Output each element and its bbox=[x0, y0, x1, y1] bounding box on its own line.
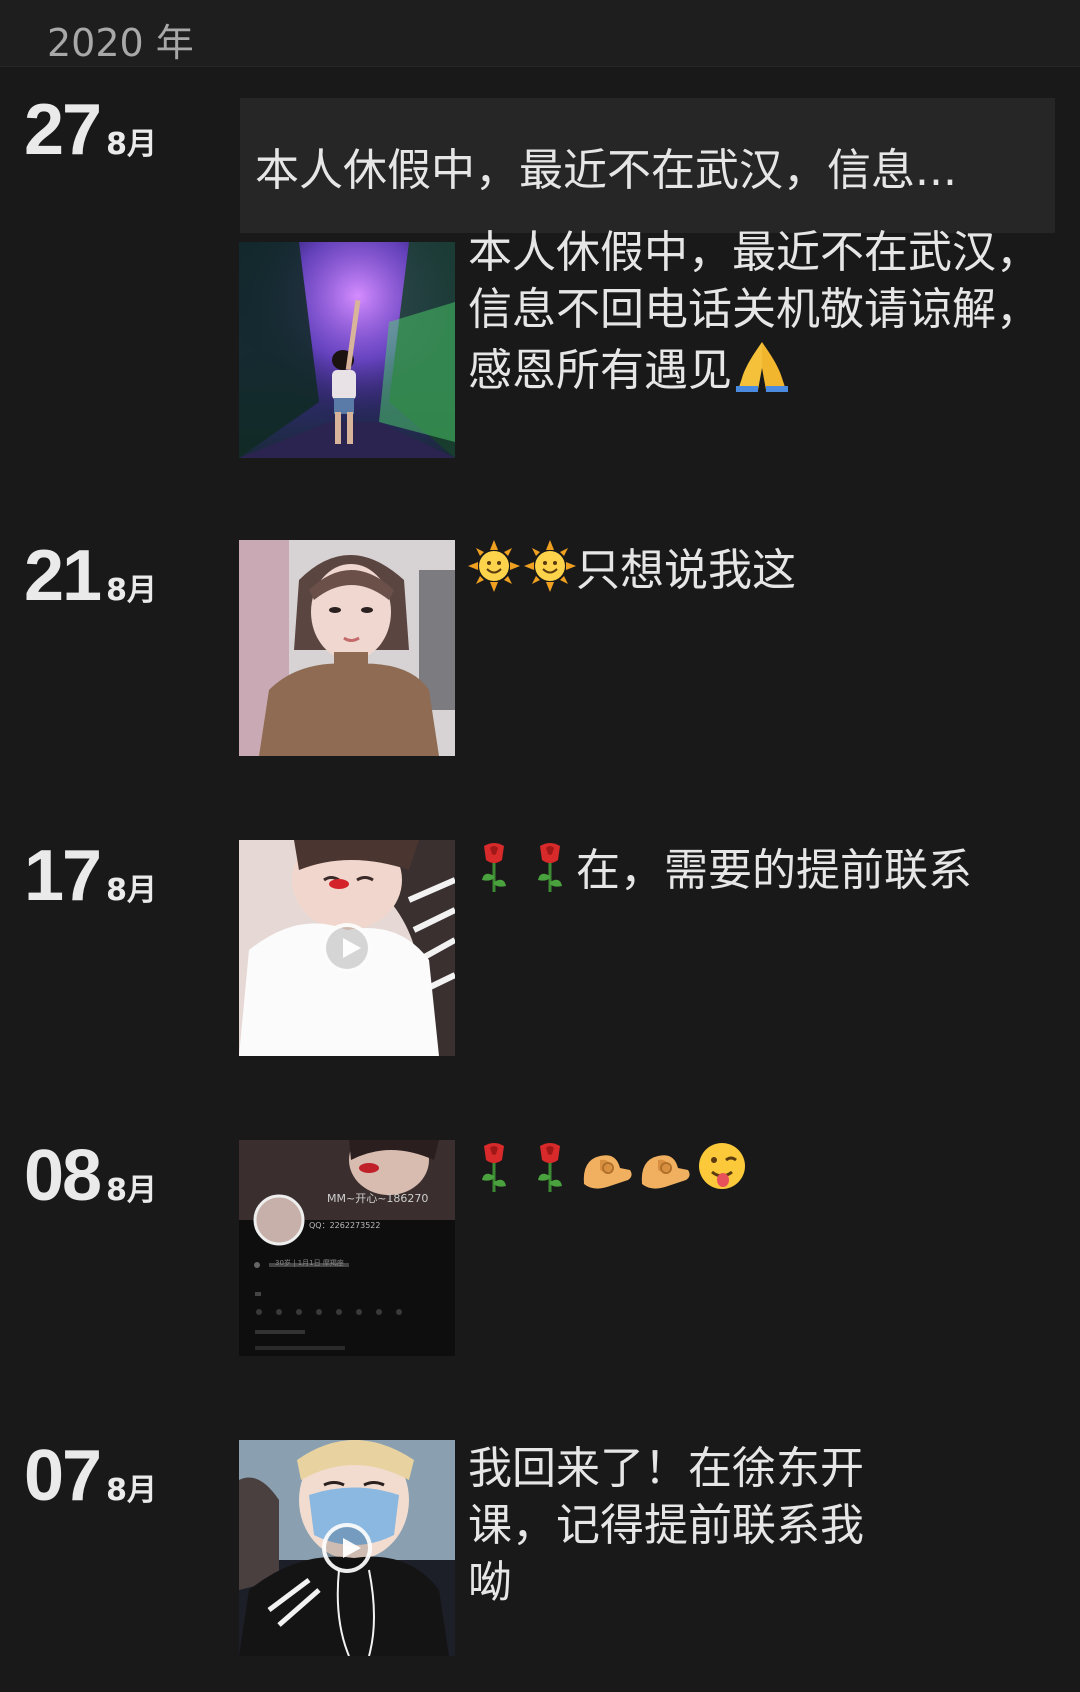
wink-tongue-emoji-icon bbox=[696, 1140, 748, 1206]
shared-link-text: 本人休假中，最近不在武汉，信息... bbox=[255, 144, 957, 196]
shared-link-card[interactable]: 本人休假中，最近不在武汉，信息... bbox=[240, 98, 1055, 233]
caption-text: 我回来了！在徐东开课，记得提前联系我呦 bbox=[468, 1443, 864, 1608]
entry-date: 07 8月 bbox=[24, 1440, 157, 1512]
post-caption bbox=[468, 1140, 1048, 1206]
play-icon[interactable] bbox=[322, 1523, 372, 1573]
entry-month: 8月 bbox=[106, 127, 157, 162]
rose-emoji-icon bbox=[468, 1140, 520, 1206]
year-label: 2020 年 bbox=[47, 21, 194, 65]
sun-emoji-icon bbox=[524, 540, 576, 606]
post-thumbnail[interactable]: MM~开心~186270 QQ：2262273522 30岁 | 1月1日 摩羯… bbox=[239, 1140, 455, 1356]
entry-day: 27 bbox=[24, 90, 102, 170]
post-caption: 我回来了！在徐东开课，记得提前联系我呦 bbox=[468, 1440, 868, 1611]
post-caption: 在，需要的提前联系 bbox=[468, 840, 1048, 906]
entry-date: 21 8月 bbox=[24, 540, 157, 612]
video-thumbnail[interactable] bbox=[239, 1440, 455, 1656]
year-header: 2020 年 bbox=[0, 0, 1080, 67]
entry-day: 21 bbox=[24, 536, 102, 616]
entry-month: 8月 bbox=[106, 873, 157, 908]
flex-arm-emoji-icon bbox=[638, 1140, 692, 1206]
thumb-nickname: MM~开心~186270 bbox=[327, 1192, 429, 1205]
flex-arm-emoji-icon bbox=[580, 1140, 634, 1206]
post-caption: 本人休假中，最近不在武汉，信息不回电话关机敬请谅解，感恩所有遇见 bbox=[468, 224, 1048, 408]
post-thumbnail[interactable] bbox=[239, 242, 455, 458]
entry-month: 8月 bbox=[106, 1173, 157, 1208]
thumb-info: 30岁 | 1月1日 摩羯座 bbox=[275, 1259, 344, 1267]
rose-emoji-icon bbox=[468, 840, 520, 906]
video-thumbnail[interactable] bbox=[239, 840, 455, 1056]
entry-date: 27 8月 bbox=[24, 94, 157, 166]
post-thumbnail[interactable] bbox=[239, 540, 455, 756]
caption-text: 只想说我这 bbox=[576, 545, 796, 596]
play-icon[interactable] bbox=[322, 923, 372, 973]
rose-emoji-icon bbox=[524, 840, 576, 906]
profile-screenshot-photo bbox=[239, 1140, 455, 1356]
pray-emoji-icon bbox=[732, 338, 792, 408]
entry-day: 08 bbox=[24, 1136, 102, 1216]
caption-text: 在，需要的提前联系 bbox=[576, 845, 972, 896]
sun-emoji-icon bbox=[468, 540, 520, 606]
entry-day: 07 bbox=[24, 1436, 102, 1516]
light-tunnel-photo bbox=[239, 242, 455, 458]
entry-date: 08 8月 bbox=[24, 1140, 157, 1212]
entry-day: 17 bbox=[24, 836, 102, 916]
post-caption: 只想说我这 bbox=[468, 540, 1048, 606]
selfie-photo bbox=[239, 540, 455, 756]
entry-month: 8月 bbox=[106, 1473, 157, 1508]
entry-month: 8月 bbox=[106, 573, 157, 608]
thumb-qq: QQ：2262273522 bbox=[309, 1221, 381, 1230]
rose-emoji-icon bbox=[524, 1140, 576, 1206]
entry-date: 17 8月 bbox=[24, 840, 157, 912]
